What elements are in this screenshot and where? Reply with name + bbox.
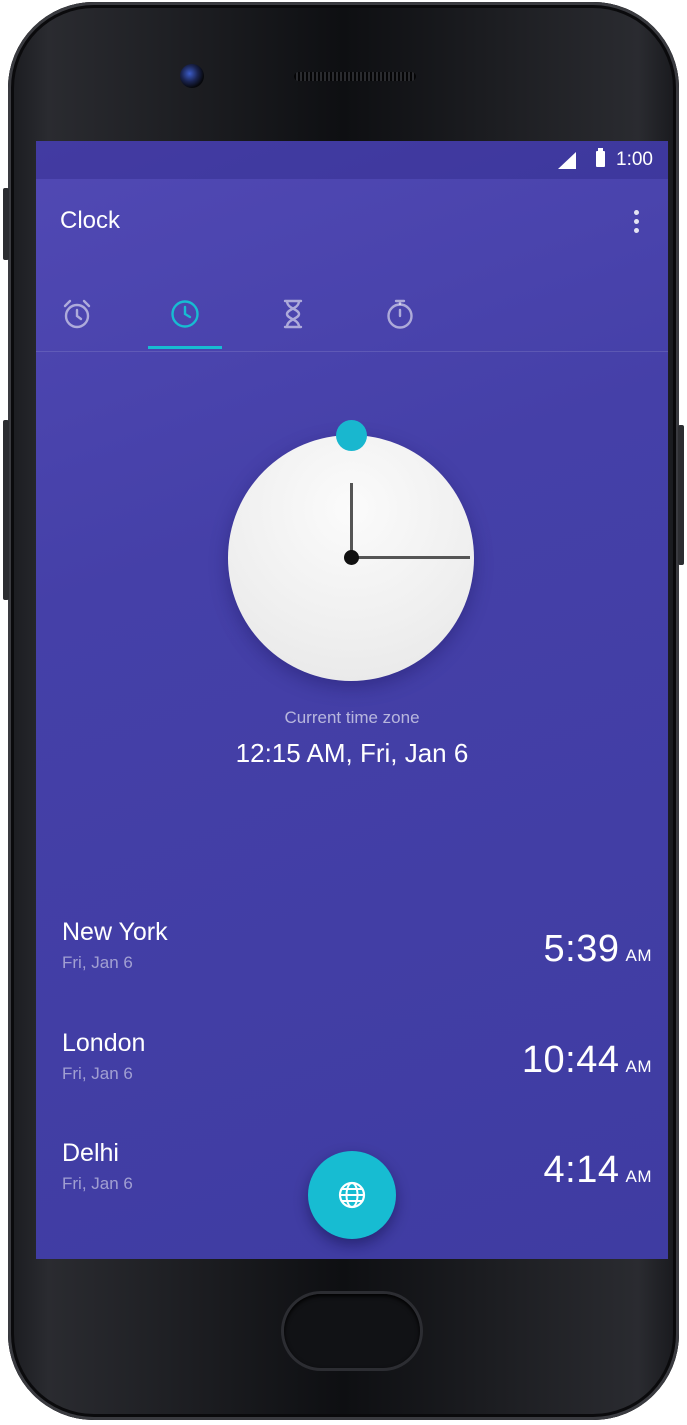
- volume-buttons[interactable]: [3, 420, 9, 600]
- home-button[interactable]: [284, 1294, 420, 1368]
- city-time-ampm: AM: [625, 1057, 652, 1076]
- analog-clock-knob[interactable]: [336, 420, 367, 451]
- city-time-value: 5:39: [543, 928, 620, 970]
- tab-world-clock[interactable]: [148, 281, 222, 347]
- city-time-value: 4:14: [543, 1149, 620, 1191]
- city-time: 4:14 AM: [544, 1149, 652, 1192]
- clock-minute-hand: [352, 556, 470, 559]
- tab-alarm[interactable]: [40, 281, 114, 347]
- tab-stopwatch[interactable]: [363, 281, 437, 347]
- city-name: London: [62, 1029, 146, 1057]
- phone-frame: 1:00 Clock Current time zone 12:15 AM, F…: [8, 2, 679, 1420]
- screen: 1:00 Clock Current time zone 12:15 AM, F…: [36, 141, 668, 1259]
- app-title: Clock: [60, 207, 121, 234]
- overflow-menu-icon[interactable]: [626, 207, 646, 237]
- tab-timer[interactable]: [256, 281, 330, 347]
- alert-slider[interactable]: [3, 188, 9, 260]
- tab-bar: [36, 281, 668, 352]
- status-time: 1:00: [616, 149, 653, 170]
- city-row-new-york[interactable]: New York Fri, Jan 6 5:39 AM: [62, 918, 652, 998]
- city-time-ampm: AM: [625, 946, 652, 965]
- current-timezone-label: Current time zone: [284, 708, 420, 727]
- city-time-ampm: AM: [625, 1167, 652, 1186]
- city-date: Fri, Jan 6: [62, 953, 133, 972]
- city-name: New York: [62, 918, 168, 946]
- clock-hour-hand: [350, 483, 353, 558]
- city-time-value: 10:44: [521, 1039, 620, 1081]
- stopwatch-icon: [387, 299, 413, 329]
- city-name: Delhi: [62, 1139, 119, 1167]
- clock-center-dot: [344, 550, 359, 565]
- earpiece-speaker: [294, 72, 416, 81]
- city-time: 5:39 AM: [544, 928, 652, 971]
- signal-icon: [558, 152, 576, 169]
- add-city-button[interactable]: [308, 1151, 396, 1239]
- power-button[interactable]: [678, 425, 684, 565]
- status-bar: 1:00: [36, 141, 668, 179]
- city-date: Fri, Jan 6: [62, 1064, 133, 1083]
- front-camera: [180, 64, 204, 88]
- hourglass-icon: [283, 299, 303, 329]
- city-date: Fri, Jan 6: [62, 1174, 133, 1193]
- city-time: 10:44 AM: [522, 1039, 652, 1082]
- city-row-london[interactable]: London Fri, Jan 6 10:44 AM: [62, 1029, 652, 1109]
- clock-icon: [171, 300, 199, 328]
- current-timezone-time: 12:15 AM, Fri, Jan 6: [235, 738, 469, 768]
- globe-icon: [338, 1181, 366, 1209]
- battery-icon: [596, 148, 605, 167]
- alarm-icon: [63, 299, 91, 329]
- tab-selected-indicator: [148, 346, 222, 349]
